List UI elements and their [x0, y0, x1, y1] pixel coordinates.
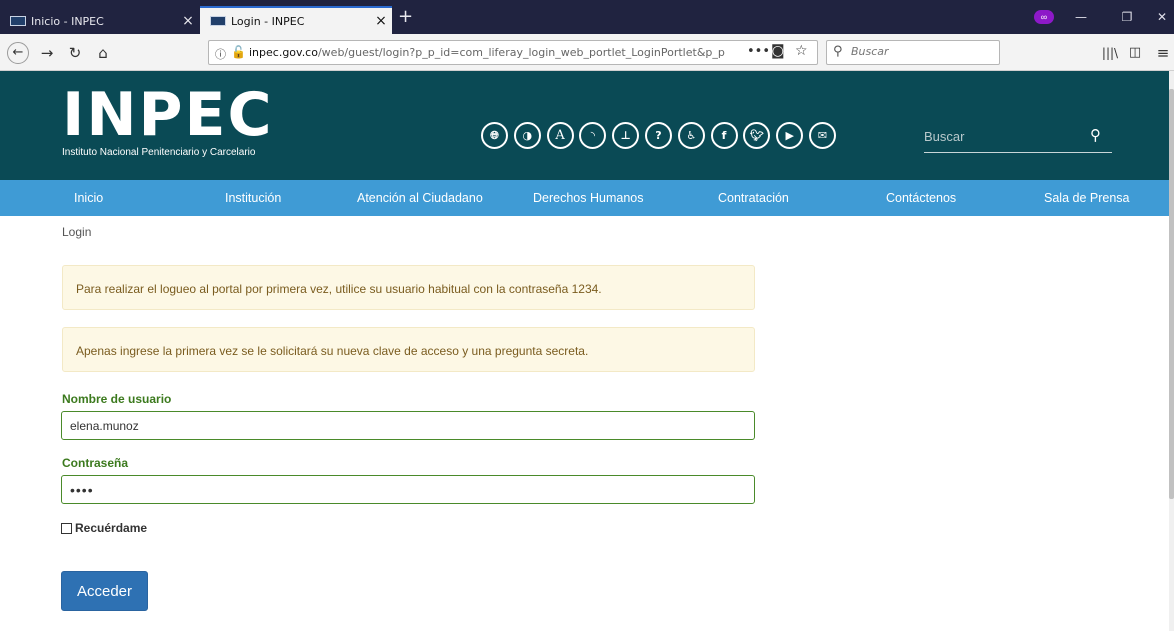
nav-item-contactenos[interactable]: Contáctenos [886, 180, 956, 216]
info-alert-new-password: Apenas ingrese la primera vez se le soli… [62, 327, 755, 372]
nav-item-derechos-humanos[interactable]: Derechos Humanos [533, 180, 643, 216]
library-icon[interactable]: |||\ [1099, 42, 1121, 64]
main-navigation: Inicio Institución Atención al Ciudadano… [0, 180, 1169, 216]
browser-search-input[interactable] [851, 45, 991, 58]
browser-tab-bar: Inicio - INPEC × Login - INPEC × + ∞ — ❐… [0, 0, 1174, 34]
new-tab-button[interactable]: + [398, 6, 413, 27]
nav-item-institucion[interactable]: Institución [225, 180, 281, 216]
browser-tab-login[interactable]: Login - INPEC × [200, 6, 392, 34]
page-actions-icon[interactable]: ••• [747, 44, 770, 59]
reload-icon[interactable]: ↻ [64, 42, 86, 64]
tab-title: Inicio - INPEC [31, 14, 104, 28]
menu-icon[interactable]: ≡ [1152, 42, 1174, 64]
inpec-logo[interactable]: INPEC Instituto Nacional Penitenciario y… [62, 83, 302, 158]
site-search-input[interactable] [924, 129, 1074, 144]
tab-title: Login - INPEC [231, 14, 305, 28]
info-icon[interactable]: ⓘ [215, 46, 226, 62]
remember-me-checkbox[interactable] [61, 522, 72, 534]
page-scrollbar[interactable] [1169, 71, 1174, 631]
browser-toolbar: ← → ↻ ⌂ ⓘ 🔓 inpec.gov.co/web/guest/login… [0, 34, 1174, 71]
browser-tab-inicio[interactable]: Inicio - INPEC × [0, 8, 199, 34]
email-icon[interactable]: ✉ [808, 122, 836, 149]
breadcrumb: Login [62, 225, 92, 239]
search-icon: ⚲ [833, 44, 843, 59]
info-alert-first-login: Para realizar el logueo al portal por pr… [62, 265, 755, 310]
help-icon[interactable]: ? [644, 122, 672, 149]
nav-item-sala-de-prensa[interactable]: Sala de Prensa [1044, 180, 1129, 216]
inpec-favicon-icon [10, 16, 26, 26]
remember-me[interactable]: Recuérdame [61, 521, 147, 535]
login-submit-button[interactable]: Acceder [61, 571, 148, 611]
scrollbar-thumb[interactable] [1169, 89, 1174, 499]
forward-icon[interactable]: → [36, 42, 58, 64]
username-input[interactable] [61, 411, 755, 440]
inpec-favicon-icon [210, 16, 226, 26]
youtube-icon[interactable]: ▶ [776, 122, 804, 149]
insecure-lock-icon[interactable]: 🔓 [231, 45, 246, 59]
password-input[interactable] [61, 475, 755, 504]
pocket-icon[interactable]: ◙ [771, 43, 785, 59]
facebook-icon[interactable]: f [710, 122, 738, 149]
username-label: Nombre de usuario [62, 392, 172, 406]
accessibility-toolbar: 🌐︎ ◑ A ◝ ⊥ ? ♿︎ f 🐦︎ ▶ ✉ [481, 122, 842, 149]
close-tab-icon[interactable]: × [370, 13, 392, 29]
sitemap-icon[interactable]: ⊥ [612, 122, 640, 149]
globe-icon[interactable]: 🌐︎ [481, 122, 508, 149]
accessibility-icon[interactable]: ♿︎ [677, 122, 705, 149]
site-header: INPEC Instituto Nacional Penitenciario y… [0, 71, 1169, 180]
address-bar[interactable]: ⓘ 🔓 inpec.gov.co/web/guest/login?p_p_id=… [208, 40, 818, 65]
url-path: /web/guest/login?p_p_id=com_liferay_logi… [317, 46, 725, 59]
remember-me-label[interactable]: Recuérdame [75, 521, 147, 535]
page-content: INPEC Instituto Nacional Penitenciario y… [0, 71, 1169, 631]
sidebar-icon[interactable]: ◫ [1124, 42, 1146, 64]
home-icon[interactable]: ⌂ [92, 42, 114, 64]
restore-window-button[interactable]: ❐ [1114, 5, 1140, 29]
back-icon[interactable]: ← [7, 42, 29, 64]
bookmark-star-icon[interactable]: ☆ [795, 43, 808, 59]
font-size-icon[interactable]: A [546, 122, 574, 149]
nav-item-atencion-ciudadano[interactable]: Atención al Ciudadano [357, 180, 483, 216]
logo-text: INPEC [62, 80, 274, 150]
minimize-window-button[interactable]: — [1068, 5, 1094, 29]
nav-item-inicio[interactable]: Inicio [74, 180, 103, 216]
nav-item-contratacion[interactable]: Contratación [718, 180, 789, 216]
private-browsing-icon: ∞ [1034, 10, 1054, 24]
browser-search-box[interactable]: ⚲ [826, 40, 1000, 65]
password-label: Contraseña [62, 456, 129, 470]
close-tab-icon[interactable]: × [177, 13, 199, 29]
url-host: inpec.gov.co [249, 46, 318, 59]
twitter-icon[interactable]: 🐦︎ [743, 122, 771, 149]
rss-icon[interactable]: ◝ [579, 122, 607, 149]
site-search: ⚲ [924, 123, 1112, 153]
url-text[interactable]: inpec.gov.co/web/guest/login?p_p_id=com_… [249, 46, 729, 59]
search-icon[interactable]: ⚲ [1090, 126, 1101, 144]
contrast-icon[interactable]: ◑ [513, 122, 541, 149]
close-window-button[interactable]: ✕ [1150, 5, 1174, 29]
